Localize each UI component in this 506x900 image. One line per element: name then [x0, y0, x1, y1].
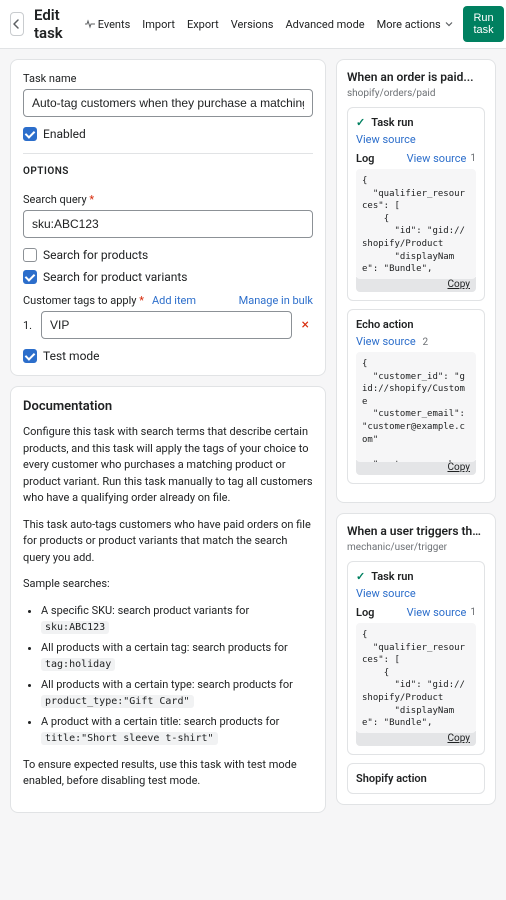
chevron-down-icon: [445, 20, 453, 28]
nav-events-label: Events: [98, 18, 131, 31]
task-run-block: ✓ Task run View source Log View source 1…: [347, 561, 485, 755]
doc-sample-list: A specific SKU: search product variants …: [23, 603, 313, 747]
check-icon: ✓: [356, 570, 365, 583]
task-run-block: ✓ Task run View source Log View source 1…: [347, 107, 485, 301]
doc-sample-item: All products with a certain tag: search …: [41, 640, 313, 673]
task-run-heading: Task run: [371, 570, 413, 583]
task-name-input[interactable]: [23, 89, 313, 117]
code-block: { "customer_id": "gid://shopify/Custome …: [356, 352, 476, 462]
tags-label: Customer tags to apply: [23, 294, 144, 307]
event-card: When an order is paid... shopify/orders/…: [336, 59, 496, 503]
tag-row: 1. ×: [23, 311, 313, 339]
search-products-checkbox[interactable]: [23, 248, 37, 262]
nav-more-label: More actions: [377, 18, 441, 31]
enabled-checkbox[interactable]: [23, 127, 37, 141]
event-title: When a user triggers the task...: [347, 524, 485, 538]
nav-more[interactable]: More actions: [377, 18, 454, 31]
doc-sample-label: Sample searches:: [23, 576, 313, 593]
nav-import[interactable]: Import: [142, 18, 175, 31]
nav-advanced[interactable]: Advanced mode: [285, 18, 364, 31]
copy-button[interactable]: Copy: [356, 277, 476, 292]
enabled-label: Enabled: [43, 127, 86, 141]
nav-export[interactable]: Export: [187, 18, 219, 31]
view-source-link[interactable]: View source: [356, 587, 416, 600]
test-mode-label: Test mode: [43, 349, 100, 363]
arrow-left-icon: [11, 18, 23, 30]
echo-count: 2: [422, 337, 428, 348]
run-task-button[interactable]: Run task: [463, 6, 503, 42]
nav-events[interactable]: Events: [85, 18, 131, 31]
tag-index: 1.: [23, 319, 35, 332]
event-title: When an order is paid...: [347, 70, 485, 84]
echo-action-block: Echo action View source 2 { "customer_id…: [347, 309, 485, 484]
event-card: When a user triggers the task... mechani…: [336, 513, 496, 805]
copy-button[interactable]: Copy: [356, 731, 476, 746]
tag-input[interactable]: [41, 311, 292, 339]
manage-bulk-link[interactable]: Manage in bulk: [239, 294, 313, 307]
event-topic: mechanic/user/trigger: [347, 542, 485, 553]
view-source-link[interactable]: View source: [356, 133, 416, 146]
remove-tag-button[interactable]: ×: [298, 317, 313, 333]
search-query-input[interactable]: [23, 210, 313, 238]
shopify-heading: Shopify action: [356, 772, 427, 785]
task-run-heading: Task run: [371, 116, 413, 129]
code-block: { "qualifier_resources": [ { "id": "gid:…: [356, 623, 476, 733]
options-heading: OPTIONS: [23, 153, 313, 183]
test-mode-checkbox[interactable]: [23, 349, 37, 363]
search-products-label: Search for products: [43, 248, 148, 262]
doc-sample-item: A product with a certain title: search p…: [41, 714, 313, 747]
doc-sample-item: All products with a certain type: search…: [41, 677, 313, 710]
search-variants-label: Search for product variants: [43, 270, 188, 284]
top-nav: Events Import Export Versions Advanced m…: [85, 18, 454, 31]
doc-p1: Configure this task with search terms th…: [23, 424, 313, 507]
log-label: Log: [356, 152, 374, 165]
pulse-icon: [85, 19, 95, 29]
back-button[interactable]: [10, 12, 24, 36]
shopify-action-block: Shopify action: [347, 763, 485, 794]
code-block: { "qualifier_resources": [ { "id": "gid:…: [356, 169, 476, 279]
page-title: Edit task: [34, 6, 63, 42]
log-view-source-link[interactable]: View source: [407, 152, 467, 165]
top-bar: Edit task Events Import Export Versions …: [0, 0, 506, 49]
doc-p2: This task auto-tags customers who have p…: [23, 517, 313, 567]
view-source-link[interactable]: View source: [356, 335, 416, 348]
doc-sample-item: A specific SKU: search product variants …: [41, 603, 313, 636]
event-topic: shopify/orders/paid: [347, 88, 485, 99]
doc-title: Documentation: [23, 399, 313, 414]
echo-heading: Echo action: [356, 318, 414, 331]
copy-button[interactable]: Copy: [356, 460, 476, 475]
task-card: Task name Enabled OPTIONS Search query S…: [10, 59, 326, 376]
task-name-label: Task name: [23, 72, 313, 85]
nav-versions[interactable]: Versions: [231, 18, 274, 31]
log-count: 1: [470, 153, 476, 164]
doc-p3: To ensure expected results, use this tas…: [23, 757, 313, 790]
add-item-link[interactable]: Add item: [152, 294, 196, 307]
search-query-label: Search query: [23, 193, 313, 206]
log-count: 1: [470, 607, 476, 618]
log-label: Log: [356, 606, 374, 619]
log-view-source-link[interactable]: View source: [407, 606, 467, 619]
documentation-card: Documentation Configure this task with s…: [10, 386, 326, 813]
search-variants-checkbox[interactable]: [23, 270, 37, 284]
check-icon: ✓: [356, 116, 365, 129]
